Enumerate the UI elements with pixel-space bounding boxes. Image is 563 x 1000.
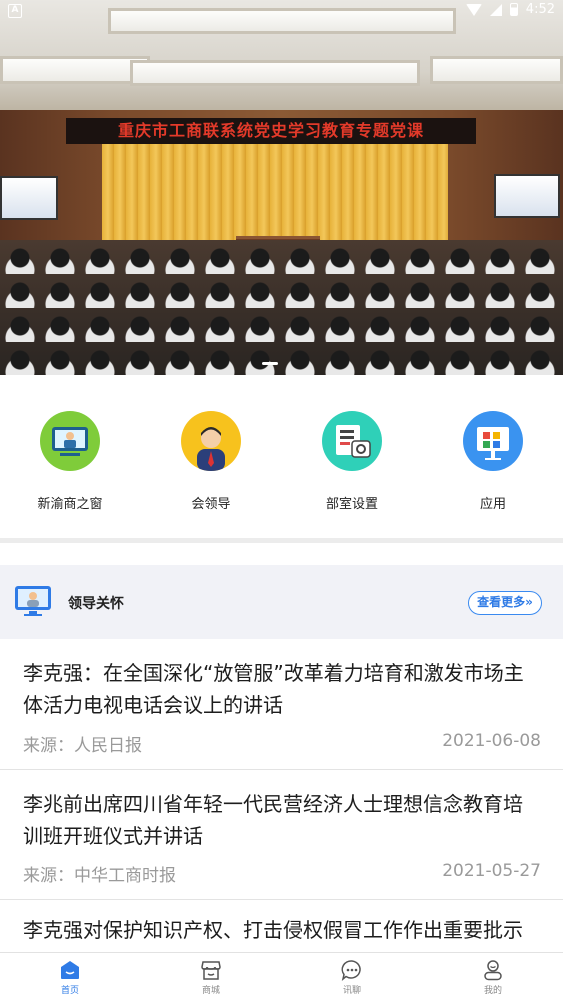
nav-profile[interactable]: 我的	[453, 959, 533, 996]
quick-menu: 新渝商之窗 会领导 部室设置 应用	[0, 375, 563, 538]
nav-chat[interactable]: 讯聊	[312, 959, 392, 996]
carousel-indicator	[262, 362, 278, 365]
quick-item-apps[interactable]: 应用	[443, 411, 543, 512]
nav-home[interactable]: 首页	[30, 959, 110, 996]
news-date: 2021-06-08	[442, 731, 541, 751]
news-item[interactable]: 李克强：在全国深化“放管服”改革着力培育和激发市场主体活力电视电话会议上的讲话 …	[0, 639, 563, 770]
news-date: 2021-05-27	[442, 861, 541, 881]
news-item[interactable]: 李克强对保护知识产权、打击侵权假冒工作作出重要批示	[0, 900, 563, 952]
battery-icon	[509, 3, 518, 16]
nav-label: 我的	[483, 986, 502, 996]
news-source: 来源：人民日报	[23, 736, 142, 756]
audience	[0, 240, 563, 375]
news-title: 李克强：在全国深化“放管服”改革着力培育和激发市场主体活力电视电话会议上的讲话	[23, 661, 524, 717]
stage-curtain	[102, 140, 448, 250]
status-bar: A 4:52	[0, 0, 563, 24]
monitor-person-icon	[40, 411, 100, 471]
side-screen-left	[0, 176, 58, 220]
shop-icon	[200, 959, 222, 981]
profile-icon	[482, 959, 504, 981]
leader-avatar-icon	[181, 411, 241, 471]
quick-item-label: 应用	[479, 497, 506, 512]
wifi-icon	[465, 3, 482, 16]
section-divider	[0, 538, 563, 543]
banner-carousel[interactable]: 重庆市工商联系统党史学习教育专题党课	[0, 0, 563, 375]
quick-item-leaders[interactable]: 会领导	[161, 411, 261, 512]
news-title: 李克强对保护知识产权、打击侵权假冒工作作出重要批示	[23, 918, 523, 942]
apps-board-icon	[463, 411, 523, 471]
news-title: 李兆前出席四川省年轻一代民营经济人士理想信念教育培训班开班仪式并讲话	[23, 792, 523, 848]
quick-item-window[interactable]: 新渝商之窗	[20, 411, 120, 512]
clock: 4:52	[525, 2, 555, 17]
view-more-button[interactable]: 查看更多»	[468, 591, 542, 615]
section-title: 领导关怀	[68, 596, 124, 612]
quick-item-departments[interactable]: 部室设置	[302, 411, 402, 512]
signal-icon	[489, 3, 502, 16]
ceiling-light	[130, 60, 420, 86]
ceiling-light	[0, 56, 150, 84]
section-header: 领导关怀 查看更多»	[0, 565, 563, 639]
home-icon	[59, 959, 81, 981]
nav-label: 讯聊	[342, 986, 361, 996]
nav-shop[interactable]: 商城	[171, 959, 251, 996]
leader-care-icon	[14, 585, 52, 617]
quick-item-label: 会领导	[191, 497, 231, 512]
nav-label: 首页	[60, 986, 79, 996]
department-icon	[322, 411, 382, 471]
chat-icon	[341, 959, 363, 981]
bottom-nav: 首页 商城 讯聊 我的	[0, 952, 563, 1000]
banner-stage-text: 重庆市工商联系统党史学习教育专题党课	[66, 118, 476, 144]
notification-icon: A	[8, 4, 22, 18]
quick-item-label: 新渝商之窗	[37, 497, 103, 512]
news-item[interactable]: 李兆前出席四川省年轻一代民营经济人士理想信念教育培训班开班仪式并讲话 来源：中华…	[0, 770, 563, 900]
ceiling-light	[430, 56, 563, 84]
quick-item-label: 部室设置	[325, 497, 378, 512]
news-source: 来源：中华工商时报	[23, 866, 176, 886]
side-screen-right	[494, 174, 560, 218]
nav-label: 商城	[201, 986, 220, 996]
